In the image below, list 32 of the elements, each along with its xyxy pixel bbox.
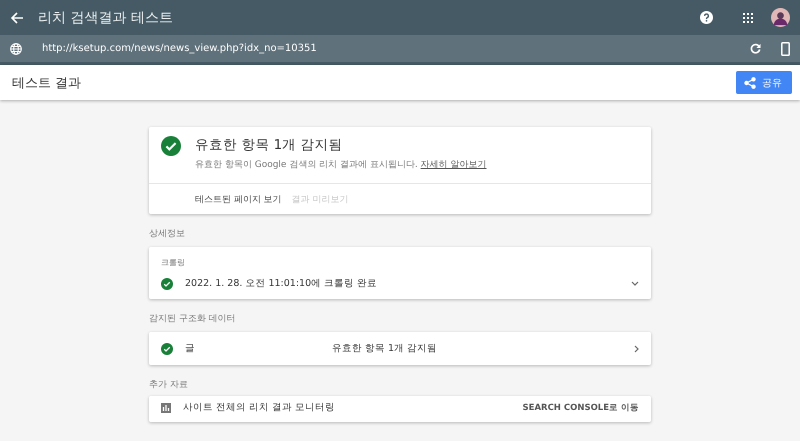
avatar-icon[interactable]: [771, 8, 790, 27]
chevron-right-icon: [634, 344, 639, 352]
mobile-device-icon[interactable]: [781, 42, 790, 56]
globe-icon: [10, 42, 22, 54]
structured-data-row[interactable]: 글 유효한 항목 1개 감지됨: [149, 332, 651, 365]
crawl-status: 2022. 1. 28. 오전 11:01:10에 크롤링 완료: [185, 277, 378, 290]
section-title: 테스트 결과: [12, 74, 82, 92]
learn-more-link[interactable]: 자세히 알아보기: [420, 160, 486, 170]
check-icon: [161, 278, 173, 290]
share-icon: [744, 76, 756, 88]
summary-title: 유효한 항목 1개 감지됨: [195, 136, 344, 154]
page-title: 리치 검색결과 테스트: [38, 8, 174, 26]
chevron-down-icon[interactable]: [631, 281, 639, 286]
check-icon: [161, 342, 173, 354]
check-icon: [161, 136, 181, 156]
section-heading: 감지된 구조화 데이터: [149, 313, 237, 325]
bar-chart-icon: [161, 402, 171, 412]
data-type: 글: [185, 342, 196, 355]
section-heading: 상세정보: [149, 228, 186, 240]
resource-title: 사이트 전체의 리치 결과 모니터링: [183, 401, 336, 414]
section-heading: 추가 자료: [149, 379, 189, 391]
tab-link[interactable]: 테스트된 페이지 보기: [195, 193, 282, 206]
url-text: http://ksetup.com/news/news_view.php?idx_no=10351: [42, 43, 318, 54]
crawl-label: 크롤링: [161, 257, 186, 268]
search-console-link[interactable]: SEARCH CONSOLE로 이동: [522, 402, 639, 414]
help-icon[interactable]: [700, 11, 713, 24]
back-arrow-icon[interactable]: [10, 10, 24, 24]
apps-grid-icon[interactable]: [743, 12, 753, 22]
summary-description: 유효한 항목이 Google 검색의 리치 결과에 표시됩니다. 자세히 알아보기: [195, 159, 486, 171]
data-result: 유효한 항목 1개 감지됨: [332, 342, 438, 355]
reload-icon[interactable]: [750, 43, 761, 54]
share-button[interactable]: 공유: [736, 71, 792, 94]
